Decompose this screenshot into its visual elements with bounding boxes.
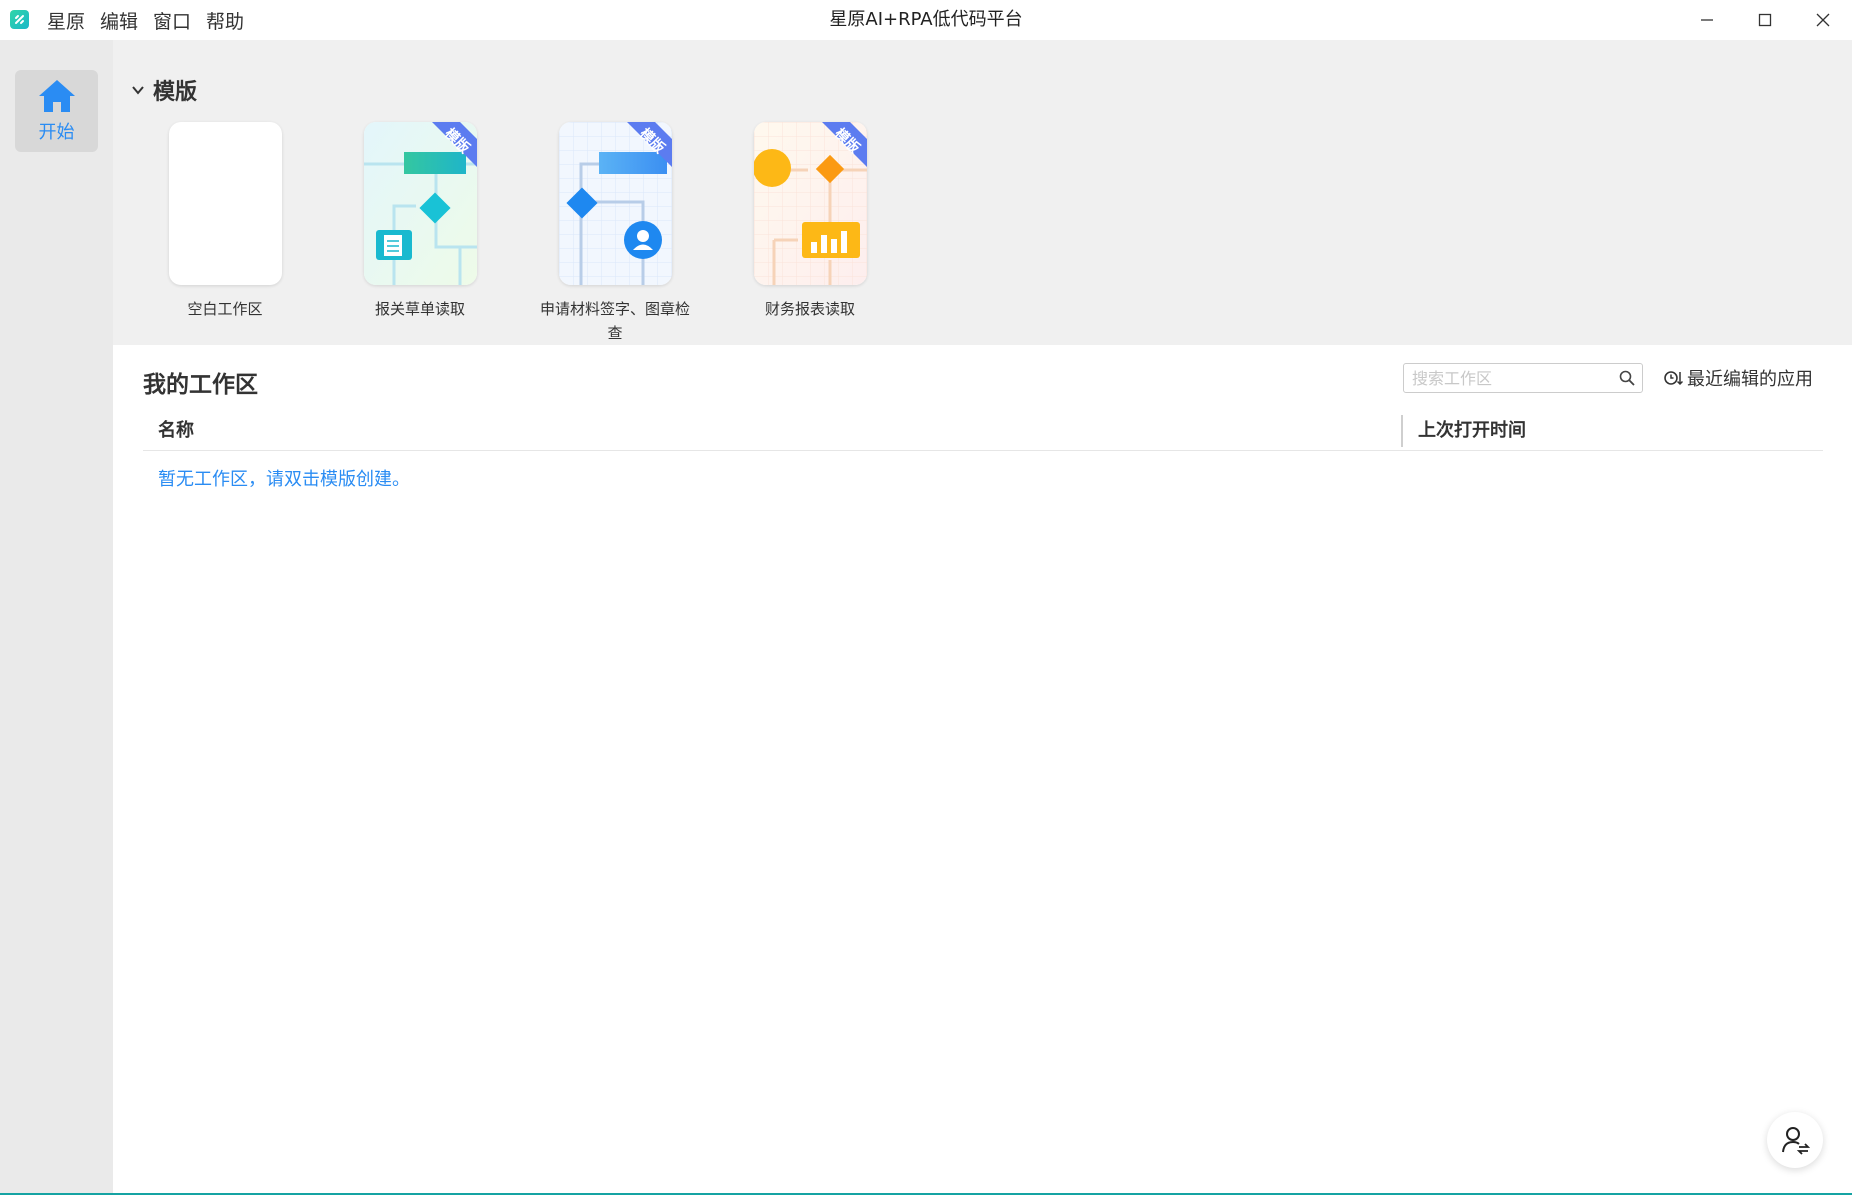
workspace-table-header: 名称 上次打开时间 <box>143 413 1823 451</box>
template-card-label: 报关草单读取 <box>374 300 465 318</box>
app-logo-icon <box>10 10 29 29</box>
search-input[interactable] <box>1404 364 1612 392</box>
search-icon <box>1619 370 1635 386</box>
template-card-blank[interactable]: 空白工作区 <box>150 122 300 321</box>
maximize-icon <box>1758 13 1772 27</box>
templates-section-title: 模版 <box>153 80 198 105</box>
column-resize-handle[interactable] <box>1401 415 1403 447</box>
workspace-title: 我的工作区 <box>143 372 258 398</box>
close-button[interactable] <box>1794 0 1852 40</box>
minimize-button[interactable] <box>1678 0 1736 40</box>
user-switch-button[interactable] <box>1767 1112 1823 1168</box>
menu-item-edit[interactable]: 编辑 <box>100 7 138 34</box>
minimize-icon <box>1701 19 1713 21</box>
search-button[interactable] <box>1612 364 1642 392</box>
chevron-down-icon <box>132 86 144 95</box>
menu-bar: 星原 编辑 窗口 帮助 <box>47 0 259 40</box>
sidebar-item-label: 开始 <box>38 122 75 143</box>
template-card-customs[interactable]: 模版 报关草单读取 <box>345 122 495 321</box>
sort-label: 最近编辑的应用 <box>1687 369 1813 390</box>
empty-workspace-message: 暂无工作区，请双击模版创建。 <box>158 469 410 490</box>
template-card-label: 申请材料签字、图章检查 <box>540 300 691 342</box>
sidebar-item-start[interactable]: 开始 <box>15 70 98 152</box>
templates-panel: 模版 空白工作区 模版 报关草单读取 模版 申请材料签字、图章检查 模版 财务报… <box>113 40 1852 345</box>
sidebar: 开始 <box>0 40 113 1195</box>
sort-recent-button[interactable]: 最近编辑的应用 <box>1663 365 1813 391</box>
template-card-signature-check[interactable]: 模版 申请材料签字、图章检查 <box>540 122 690 345</box>
title-bar: 星原 编辑 窗口 帮助 星原AI+RPA低代码平台 <box>0 0 1852 40</box>
clock-sort-icon <box>1664 371 1683 386</box>
my-workspace-panel: 我的工作区 最近编辑的应用 名称 上次打开时间 暂无工作区，请双击模版创建。 <box>113 345 1852 1195</box>
person-flow-template-thumbnail: 模版 <box>558 122 672 285</box>
template-card-label: 空白工作区 <box>187 300 263 318</box>
document-flow-template-thumbnail: 模版 <box>363 122 477 285</box>
template-card-financial-report[interactable]: 模版 财务报表读取 <box>735 122 885 321</box>
close-icon <box>1816 13 1830 27</box>
workspace-search <box>1403 363 1643 393</box>
column-header-last-opened[interactable]: 上次打开时间 <box>1418 413 1526 449</box>
templates-section-toggle[interactable]: 模版 <box>131 74 197 106</box>
maximize-button[interactable] <box>1736 0 1794 40</box>
column-header-name[interactable]: 名称 <box>158 413 194 449</box>
user-switch-icon <box>1782 1127 1810 1155</box>
template-card-label: 财务报表读取 <box>764 300 855 318</box>
home-icon <box>38 80 75 112</box>
menu-item-help[interactable]: 帮助 <box>206 7 244 34</box>
menu-item-xingyuan[interactable]: 星原 <box>47 7 85 34</box>
window-title: 星原AI+RPA低代码平台 <box>829 9 1023 30</box>
menu-item-window[interactable]: 窗口 <box>153 7 191 34</box>
window-controls <box>1678 0 1852 40</box>
blank-template-thumbnail <box>168 122 282 285</box>
chart-flow-template-thumbnail: 模版 <box>753 122 867 285</box>
